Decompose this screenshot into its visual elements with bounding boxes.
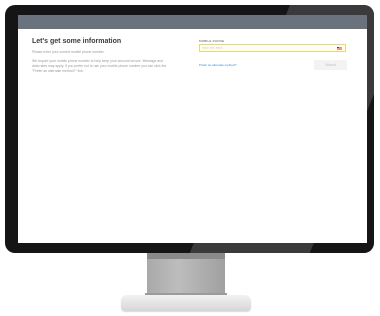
mobile-phone-input[interactable] xyxy=(202,45,322,51)
mobile-phone-label: MOBILE PHONE xyxy=(199,39,225,43)
monitor-screen: Let's get some information Please enter … xyxy=(18,15,367,243)
monitor-bezel: Let's get some information Please enter … xyxy=(5,5,374,253)
desktop-monitor: Let's get some information Please enter … xyxy=(0,0,380,316)
mobile-phone-field[interactable] xyxy=(199,44,346,52)
page-title: Let's get some information xyxy=(32,38,122,45)
alternate-method-link[interactable]: Prefer an alternate method? xyxy=(199,63,236,67)
us-flag-icon[interactable] xyxy=(337,46,342,50)
monitor-stand-neck xyxy=(147,253,225,296)
submit-button[interactable]: Submit xyxy=(314,60,347,70)
monitor-stand-shadow xyxy=(147,253,225,259)
app-header-bar xyxy=(18,15,367,29)
monitor-stand-base xyxy=(121,295,251,311)
page-subtitle: Please enter your current mobile phone n… xyxy=(32,50,105,54)
page-description: We require your mobile phone number to h… xyxy=(32,59,167,73)
